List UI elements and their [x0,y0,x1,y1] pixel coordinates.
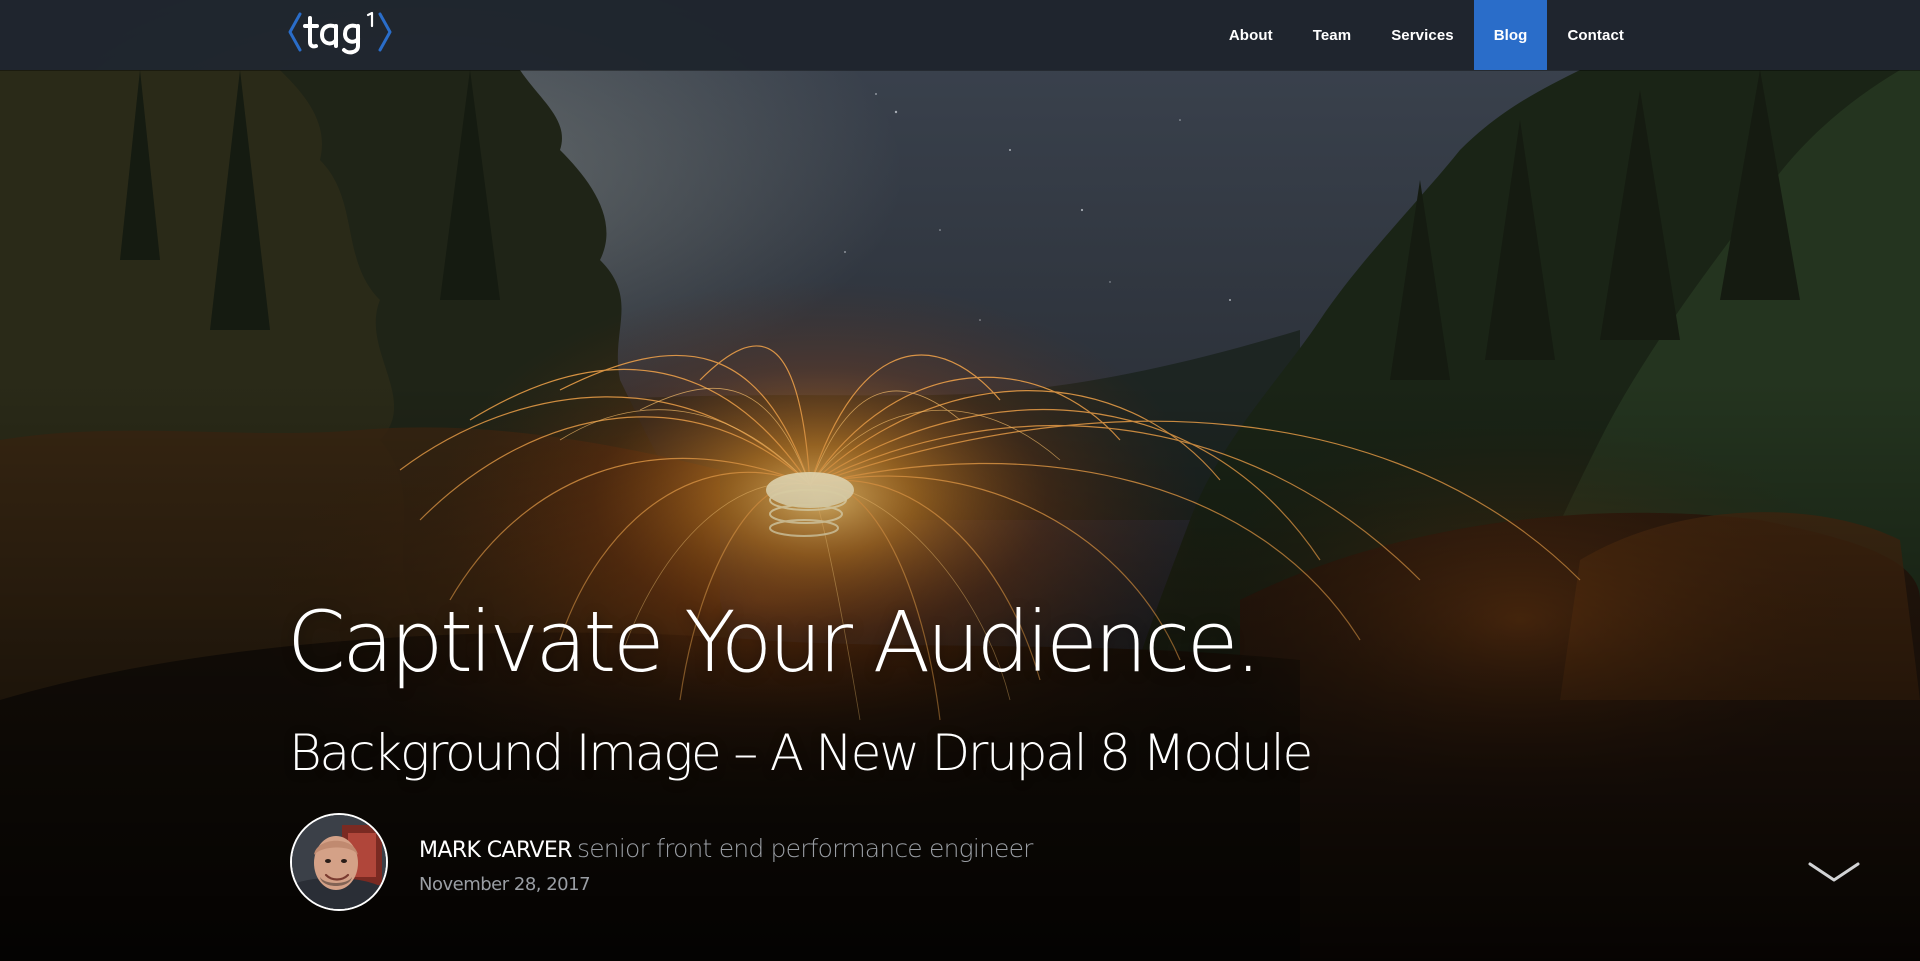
tag1-logo-icon[interactable] [288,8,392,56]
author-avatar[interactable] [290,813,388,911]
site-header: About Team Services Blog Contact [0,0,1920,70]
nav-link-about[interactable]: About [1209,0,1293,70]
blog-post-page: About Team Services Blog Contact Captiva… [0,0,1920,961]
author-role: senior front end performance engineer [576,834,1034,863]
avatar-photo [292,815,386,909]
nav-link-blog[interactable]: Blog [1473,0,1548,70]
main-navigation: About Team Services Blog Contact [1209,0,1644,70]
nav-link-team[interactable]: Team [1293,0,1371,70]
author-name[interactable]: MARK CARVER [419,838,572,863]
post-title: Background Image – A New Drupal 8 Module [289,724,1313,782]
post-date: November 28, 2017 [419,874,591,895]
hero-background-image [0,0,1920,961]
hero-title: Captivate Your Audience. [287,593,1262,691]
author-byline: MARK CARVER senior front end performance… [419,836,1033,862]
nav-link-services[interactable]: Services [1371,0,1474,70]
nav-link-contact[interactable]: Contact [1547,0,1644,70]
chevron-down-icon[interactable] [1808,860,1860,886]
